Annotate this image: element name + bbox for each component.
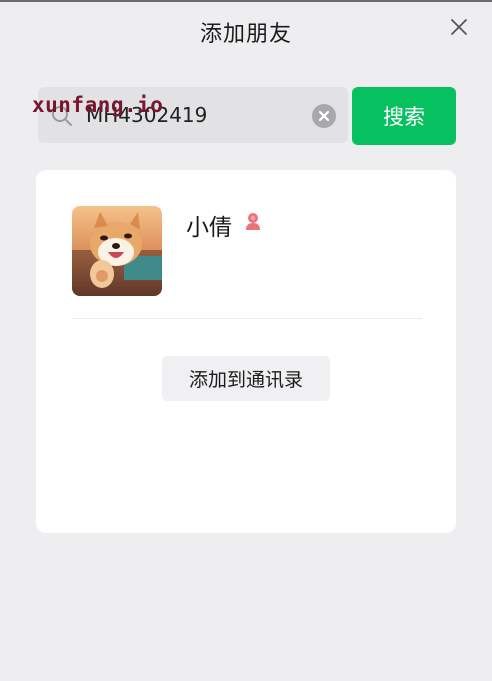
add-to-contacts-button[interactable]: 添加到通讯录 <box>162 356 330 401</box>
dog-avatar-image <box>72 206 162 296</box>
clear-icon <box>318 110 330 122</box>
search-result-card: 小倩 添加到通讯录 <box>36 170 456 533</box>
avatar[interactable] <box>72 206 162 296</box>
contact-name: 小倩 <box>186 215 232 241</box>
window-top-edge <box>0 0 492 2</box>
female-gender-icon <box>246 213 260 230</box>
search-input[interactable] <box>86 87 306 143</box>
dialog-title: 添加朋友 <box>199 22 292 47</box>
divider <box>72 318 422 319</box>
search-icon <box>52 106 72 126</box>
search-box[interactable] <box>38 87 348 143</box>
search-button[interactable]: 搜索 <box>352 87 456 145</box>
clear-search-button[interactable] <box>312 104 336 128</box>
close-button[interactable] <box>446 14 472 40</box>
close-icon <box>451 19 467 35</box>
